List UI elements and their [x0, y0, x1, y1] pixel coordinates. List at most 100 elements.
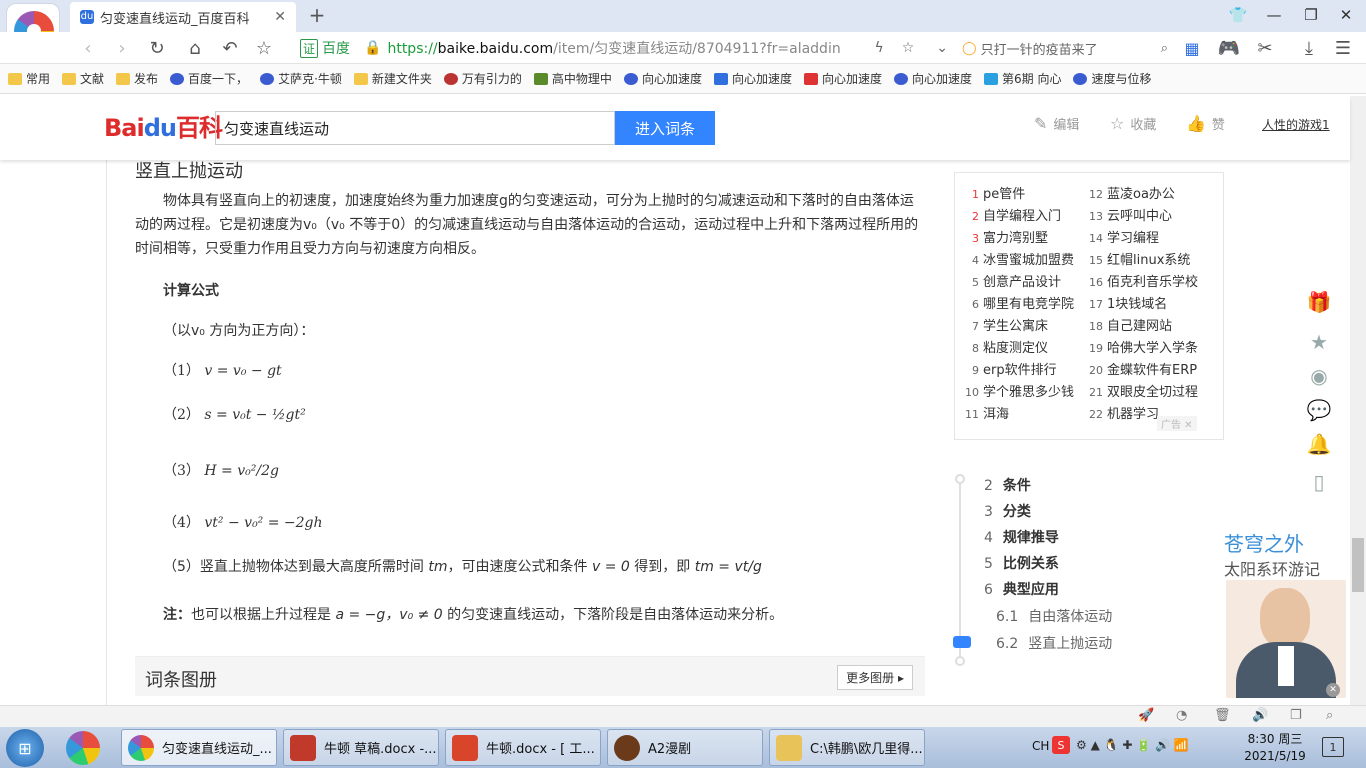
bookmark-item[interactable]: 高中物理中: [533, 70, 612, 87]
bookmark-item[interactable]: 发布: [116, 70, 158, 87]
taskbar-item[interactable]: 匀变速直线运动_...: [121, 729, 277, 766]
toc-item[interactable]: 2 条件: [984, 475, 1031, 495]
back-icon[interactable]: ‹: [76, 36, 100, 60]
browser-search-field[interactable]: ◯ 只打一针的疫苗来了 ⌕: [962, 35, 1168, 61]
taskbar-item[interactable]: 牛顿 草稿.docx -...: [283, 729, 439, 766]
taskbar-item[interactable]: 牛顿.docx - [ 工...: [445, 729, 601, 766]
ad-item[interactable]: 7 学生公寓床: [965, 315, 1048, 334]
tray-icons[interactable]: ⚙ ▲ 🐧 ✚ 🔋 🔊 📶: [1076, 738, 1189, 752]
taskbar-item[interactable]: C:\韩鹏\欧几里得...: [769, 729, 925, 766]
shirt-skin-icon[interactable]: 👕: [1224, 4, 1252, 26]
toc-item-active[interactable]: 6.2 竖直上抛运动: [996, 633, 1112, 653]
forward-icon[interactable]: ›: [110, 36, 134, 60]
search-icon[interactable]: ⌕: [1161, 41, 1168, 56]
tab-baike[interactable]: du 匀变速直线运动_百度百科 ✕: [70, 2, 296, 32]
window-icon[interactable]: ❐: [1290, 708, 1302, 723]
bookmark-item[interactable]: 向心加速度: [893, 70, 972, 87]
baike-search-input[interactable]: 匀变速直线运动: [215, 111, 615, 145]
ad-item[interactable]: 6 哪里有电竞学院: [965, 293, 1074, 312]
side-ad-photo[interactable]: [1226, 580, 1346, 698]
mobile-icon[interactable]: ▯: [1305, 468, 1333, 496]
dropdown-chevron-icon[interactable]: ⌄: [936, 40, 948, 56]
ad-tag[interactable]: 广告 ✕: [1157, 416, 1197, 431]
toc-item[interactable]: 6.1 自由落体运动: [996, 606, 1112, 626]
qq-icon[interactable]: 🔔: [1305, 430, 1333, 458]
ad-item[interactable]: 20 金蝶软件有ERP: [1089, 359, 1197, 378]
ad-item[interactable]: 17 1块钱域名: [1089, 293, 1167, 312]
ad-item[interactable]: 19 哈佛大学入学条: [1089, 337, 1198, 356]
trash-icon[interactable]: 🗑: [1214, 708, 1231, 723]
scrollbar-thumb[interactable]: [1352, 538, 1364, 592]
bookmark-item[interactable]: 艾萨克·牛顿: [260, 70, 342, 87]
toc-item[interactable]: 3 分类: [984, 501, 1031, 521]
collect-button[interactable]: ☆ 收藏: [1110, 114, 1156, 133]
bookmark-item[interactable]: 向心加速度: [713, 70, 792, 87]
gift-icon[interactable]: 🎁: [1305, 288, 1333, 316]
bookmark-item[interactable]: 百度一下，: [170, 70, 248, 87]
ad-item[interactable]: 22 机器学习: [1089, 403, 1159, 422]
bookmark-item[interactable]: 常用: [8, 70, 50, 87]
toc-item[interactable]: 4 规律推导: [984, 527, 1059, 547]
favorite-star-icon[interactable]: ☆: [252, 36, 276, 60]
toc-item[interactable]: 6 典型应用: [984, 579, 1059, 599]
more-gallery-button[interactable]: 更多图册 ▸: [837, 665, 913, 690]
close-ad-icon[interactable]: ✕: [1326, 683, 1340, 697]
bookmark-item[interactable]: 向心加速度: [803, 70, 882, 87]
baike-logo[interactable]: Baidu百科: [104, 108, 223, 143]
ad-item[interactable]: 10 学个雅思多少钱: [965, 381, 1074, 400]
wechat-icon[interactable]: 💬: [1305, 396, 1333, 424]
ad-item[interactable]: 13 云呼叫中心: [1089, 205, 1172, 224]
taskbar-item[interactable]: A2漫剧: [607, 729, 763, 766]
refresh-icon[interactable]: ↻: [145, 36, 169, 60]
download-icon[interactable]: ⤓: [1297, 36, 1321, 60]
ad-item[interactable]: 11 洱海: [965, 403, 1009, 422]
bookmark-item[interactable]: 万有引力的: [443, 70, 522, 87]
minimize-icon[interactable]: —: [1260, 4, 1288, 26]
rocket-icon[interactable]: 🚀: [1138, 708, 1154, 723]
address-bar[interactable]: 证 百度 🔒 https://baike.baidu.com/item/匀变速直…: [300, 35, 948, 61]
start-button-icon[interactable]: ⊞: [6, 729, 44, 767]
ad-item[interactable]: 2 自学编程入门: [965, 205, 1061, 224]
weibo-icon[interactable]: ◉: [1305, 362, 1333, 390]
page-scrollbar[interactable]: [1350, 96, 1366, 705]
new-tab-icon[interactable]: +: [306, 3, 328, 27]
lightning-icon[interactable]: ϟ: [874, 40, 883, 56]
close-tab-icon[interactable]: ✕: [274, 9, 286, 25]
edit-button[interactable]: ✎ 编辑: [1034, 114, 1079, 133]
ad-item[interactable]: 12 蓝凌oa办公: [1089, 183, 1175, 202]
maximize-icon[interactable]: ❐: [1297, 4, 1325, 26]
toc-item[interactable]: 5 比例关系: [984, 553, 1059, 573]
bookmark-item[interactable]: 新建文件夹: [353, 70, 432, 87]
bookmark-star-icon[interactable]: ☆: [902, 40, 915, 56]
close-window-icon[interactable]: ✕: [1332, 4, 1360, 26]
favorite-star-icon[interactable]: ★: [1305, 328, 1333, 356]
ad-item[interactable]: 21 双眼皮全切过程: [1089, 381, 1198, 400]
zoom-icon[interactable]: ⌕: [1326, 708, 1333, 723]
ad-item[interactable]: 9 erp软件排行: [965, 359, 1057, 378]
home-icon[interactable]: ⌂: [183, 36, 207, 60]
ad-item[interactable]: 14 学习编程: [1089, 227, 1159, 246]
undo-icon[interactable]: ↶: [218, 36, 242, 60]
ad-item[interactable]: 4 冰雪蜜城加盟费: [965, 249, 1074, 268]
ad-item[interactable]: 1 pe管件: [965, 183, 1025, 202]
sogou-ime-icon[interactable]: S: [1052, 736, 1070, 754]
bookmark-item[interactable]: 向心加速度: [623, 70, 702, 87]
menu-icon[interactable]: ☰: [1331, 36, 1355, 60]
sound-icon[interactable]: 🔊: [1252, 708, 1268, 723]
speed-icon[interactable]: ◔: [1176, 708, 1187, 723]
ad-item[interactable]: 16 佰克利音乐学校: [1089, 271, 1198, 290]
ad-item[interactable]: 8 粘度测定仪: [965, 337, 1048, 356]
apps-grid-icon[interactable]: ▦: [1180, 36, 1204, 60]
side-ad-title[interactable]: 苍穹之外: [1224, 528, 1304, 557]
notification-icon[interactable]: 1: [1322, 737, 1344, 757]
ad-item[interactable]: 15 红帽linux系统: [1089, 249, 1190, 268]
bookmark-item[interactable]: 速度与位移: [1073, 70, 1151, 87]
pinned-browser-icon[interactable]: [66, 731, 100, 765]
bookmark-item[interactable]: 文献: [62, 70, 104, 87]
ad-item[interactable]: 18 自己建网站: [1089, 315, 1172, 334]
enter-entry-button[interactable]: 进入词条: [615, 111, 715, 145]
ime-indicator[interactable]: CH: [1032, 739, 1049, 753]
game-controller-icon[interactable]: 🎮: [1217, 36, 1241, 60]
clock[interactable]: 8:30 周三 2021/5/19: [1240, 731, 1310, 765]
side-ad-subtitle[interactable]: 太阳系环游记: [1224, 556, 1320, 580]
